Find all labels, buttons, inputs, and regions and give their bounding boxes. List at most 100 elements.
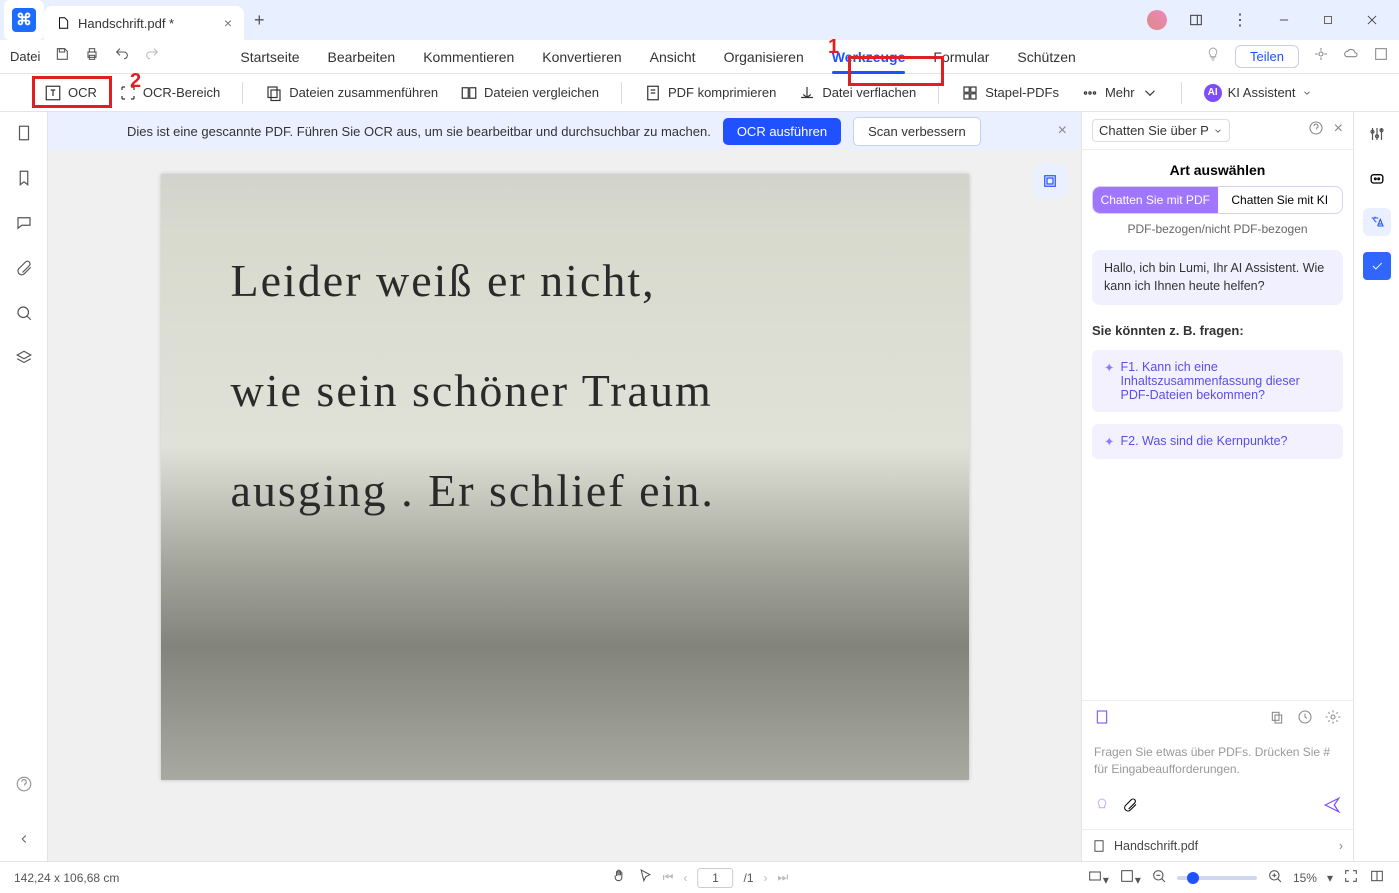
tab-konvertieren[interactable]: Konvertieren bbox=[542, 40, 621, 74]
check-icon[interactable] bbox=[1363, 252, 1391, 280]
ai-suggestion-2[interactable]: ✦F2. Was sind die Kernpunkte? bbox=[1092, 424, 1343, 459]
infobar-close-icon[interactable]: × bbox=[1058, 122, 1067, 140]
ai-attach-icon[interactable] bbox=[1122, 797, 1138, 818]
batch-button[interactable]: Stapel-PDFs bbox=[961, 84, 1059, 102]
read-mode-icon[interactable]: ▾ bbox=[1119, 868, 1141, 887]
ai-help-icon[interactable] bbox=[1308, 120, 1324, 141]
ai-bulb-icon[interactable] bbox=[1094, 797, 1110, 818]
ai-filebar[interactable]: Handschrift.pdf › bbox=[1082, 829, 1353, 861]
tab-organisieren[interactable]: Organisieren bbox=[724, 40, 804, 74]
chevron-right-icon[interactable]: › bbox=[1339, 839, 1343, 853]
tab-formular[interactable]: Formular bbox=[933, 40, 989, 74]
ai-send-icon[interactable] bbox=[1323, 796, 1341, 819]
thumbnails-icon[interactable] bbox=[15, 124, 33, 147]
user-avatar[interactable] bbox=[1147, 10, 1167, 30]
cloud-icon[interactable] bbox=[1343, 46, 1359, 67]
prev-page-icon[interactable]: ‹ bbox=[683, 871, 687, 885]
print-icon[interactable] bbox=[84, 46, 100, 67]
search-icon[interactable] bbox=[15, 304, 33, 327]
ai-switch-ki[interactable]: Chatten Sie mit KI bbox=[1218, 187, 1343, 213]
tab-startseite[interactable]: Startseite bbox=[240, 40, 299, 74]
redo-icon[interactable] bbox=[144, 46, 160, 67]
ai-mode-switch[interactable]: Chatten Sie mit PDF Chatten Sie mit KI bbox=[1092, 186, 1343, 214]
sliders-icon[interactable] bbox=[1363, 120, 1391, 148]
tab-ansicht[interactable]: Ansicht bbox=[650, 40, 696, 74]
bot-icon[interactable] bbox=[1363, 164, 1391, 192]
ai-mode-select[interactable]: Chatten Sie über P bbox=[1092, 119, 1230, 142]
next-page-icon[interactable]: › bbox=[764, 871, 768, 885]
window-close[interactable] bbox=[1357, 5, 1387, 35]
last-page-icon[interactable]: ⏭ bbox=[778, 870, 789, 885]
more-icon[interactable]: ⋮ bbox=[1225, 5, 1255, 35]
ai-input[interactable]: Fragen Sie etwas über PDFs. Drücken Sie … bbox=[1082, 738, 1353, 790]
zoom-out-icon[interactable] bbox=[1151, 868, 1167, 887]
flatten-button[interactable]: Datei verflachen bbox=[798, 84, 916, 102]
zoom-slider[interactable] bbox=[1177, 876, 1257, 880]
ai-assistant-button[interactable]: AI KI Assistent bbox=[1204, 84, 1312, 102]
ai-subtitle: PDF-bezogen/nicht PDF-bezogen bbox=[1082, 222, 1353, 236]
ocr-button[interactable]: OCR bbox=[14, 84, 97, 102]
ai-pdf-icon[interactable] bbox=[1094, 709, 1110, 730]
save-icon[interactable] bbox=[54, 46, 70, 67]
pdf-viewer[interactable]: Leider weiß er nicht, wie sein schöner T… bbox=[48, 150, 1081, 861]
ocr-area-button[interactable]: OCR-Bereich bbox=[119, 84, 220, 102]
hand-tool-icon[interactable] bbox=[611, 868, 627, 887]
link-icon[interactable] bbox=[1313, 46, 1329, 67]
fit-width-icon[interactable]: ▾ bbox=[1087, 868, 1109, 887]
collapse-left-icon[interactable] bbox=[17, 832, 31, 851]
merge-label: Dateien zusammenführen bbox=[289, 85, 438, 100]
tab-schuetzen[interactable]: Schützen bbox=[1017, 40, 1075, 74]
bookmarks-icon[interactable] bbox=[15, 169, 33, 192]
expand-icon[interactable] bbox=[1373, 46, 1389, 67]
sparkle-icon: ✦ bbox=[1104, 360, 1114, 402]
flatten-icon bbox=[798, 84, 816, 102]
run-ocr-button[interactable]: OCR ausführen bbox=[723, 118, 841, 145]
document-tab[interactable]: Handschrift.pdf * × bbox=[44, 6, 244, 40]
handwriting-line-2: wie sein schöner Traum bbox=[231, 364, 713, 417]
first-page-icon[interactable]: ⏮ bbox=[663, 870, 674, 885]
layers-icon[interactable] bbox=[15, 349, 33, 372]
fullscreen-icon[interactable] bbox=[1343, 868, 1359, 887]
compare-button[interactable]: Dateien vergleichen bbox=[460, 84, 599, 102]
window-minimize[interactable] bbox=[1269, 5, 1299, 35]
page-image: Leider weiß er nicht, wie sein schöner T… bbox=[161, 174, 969, 780]
window-maximize[interactable] bbox=[1313, 5, 1343, 35]
improve-scan-button[interactable]: Scan verbessern bbox=[853, 117, 981, 146]
zoom-value[interactable]: 15% bbox=[1293, 871, 1317, 885]
more-button[interactable]: Mehr bbox=[1081, 84, 1159, 102]
ai-settings-icon[interactable] bbox=[1325, 709, 1341, 730]
share-button[interactable]: Teilen bbox=[1235, 45, 1299, 68]
statusbar: 142,24 x 106,68 cm ⏮ ‹ 1 /1 › ⏭ ▾ ▾ 15%▾ bbox=[0, 861, 1399, 893]
ai-history-icon[interactable] bbox=[1297, 709, 1313, 730]
ai-close-icon[interactable]: × bbox=[1334, 120, 1343, 141]
separator bbox=[621, 82, 622, 104]
undo-icon[interactable] bbox=[114, 46, 130, 67]
toolbar: OCR OCR-Bereich Dateien zusammenführen D… bbox=[0, 74, 1399, 112]
panel-toggle-icon[interactable] bbox=[1181, 5, 1211, 35]
ai-switch-pdf[interactable]: Chatten Sie mit PDF bbox=[1093, 187, 1218, 213]
translate-icon[interactable] bbox=[1363, 208, 1391, 236]
crop-tool-icon[interactable] bbox=[1033, 164, 1067, 198]
page-input[interactable]: 1 bbox=[697, 868, 733, 888]
merge-button[interactable]: Dateien zusammenführen bbox=[265, 84, 438, 102]
new-tab-button[interactable]: + bbox=[254, 10, 265, 31]
flatten-label: Datei verflachen bbox=[822, 85, 916, 100]
reader-icon[interactable] bbox=[1369, 868, 1385, 887]
tab-werkzeuge[interactable]: Werkzeuge bbox=[832, 40, 906, 74]
tab-kommentieren[interactable]: Kommentieren bbox=[423, 40, 514, 74]
app-logo[interactable]: ⌘ bbox=[4, 0, 44, 40]
lightbulb-icon[interactable] bbox=[1205, 46, 1221, 67]
ai-copy-icon[interactable] bbox=[1269, 709, 1285, 730]
comments-icon[interactable] bbox=[15, 214, 33, 237]
separator bbox=[938, 82, 939, 104]
menu-file[interactable]: Datei bbox=[10, 49, 40, 64]
zoom-in-icon[interactable] bbox=[1267, 868, 1283, 887]
attachments-icon[interactable] bbox=[15, 259, 33, 282]
help-icon[interactable] bbox=[15, 775, 33, 798]
handwriting-line-3: ausging . Er schlief ein. bbox=[231, 464, 715, 517]
ai-suggestion-1[interactable]: ✦F1. Kann ich eine Inhaltszusammenfassun… bbox=[1092, 350, 1343, 412]
tab-bearbeiten[interactable]: Bearbeiten bbox=[328, 40, 396, 74]
cursor-tool-icon[interactable] bbox=[637, 868, 653, 887]
compress-button[interactable]: PDF komprimieren bbox=[644, 84, 776, 102]
tab-close-icon[interactable]: × bbox=[224, 15, 232, 31]
